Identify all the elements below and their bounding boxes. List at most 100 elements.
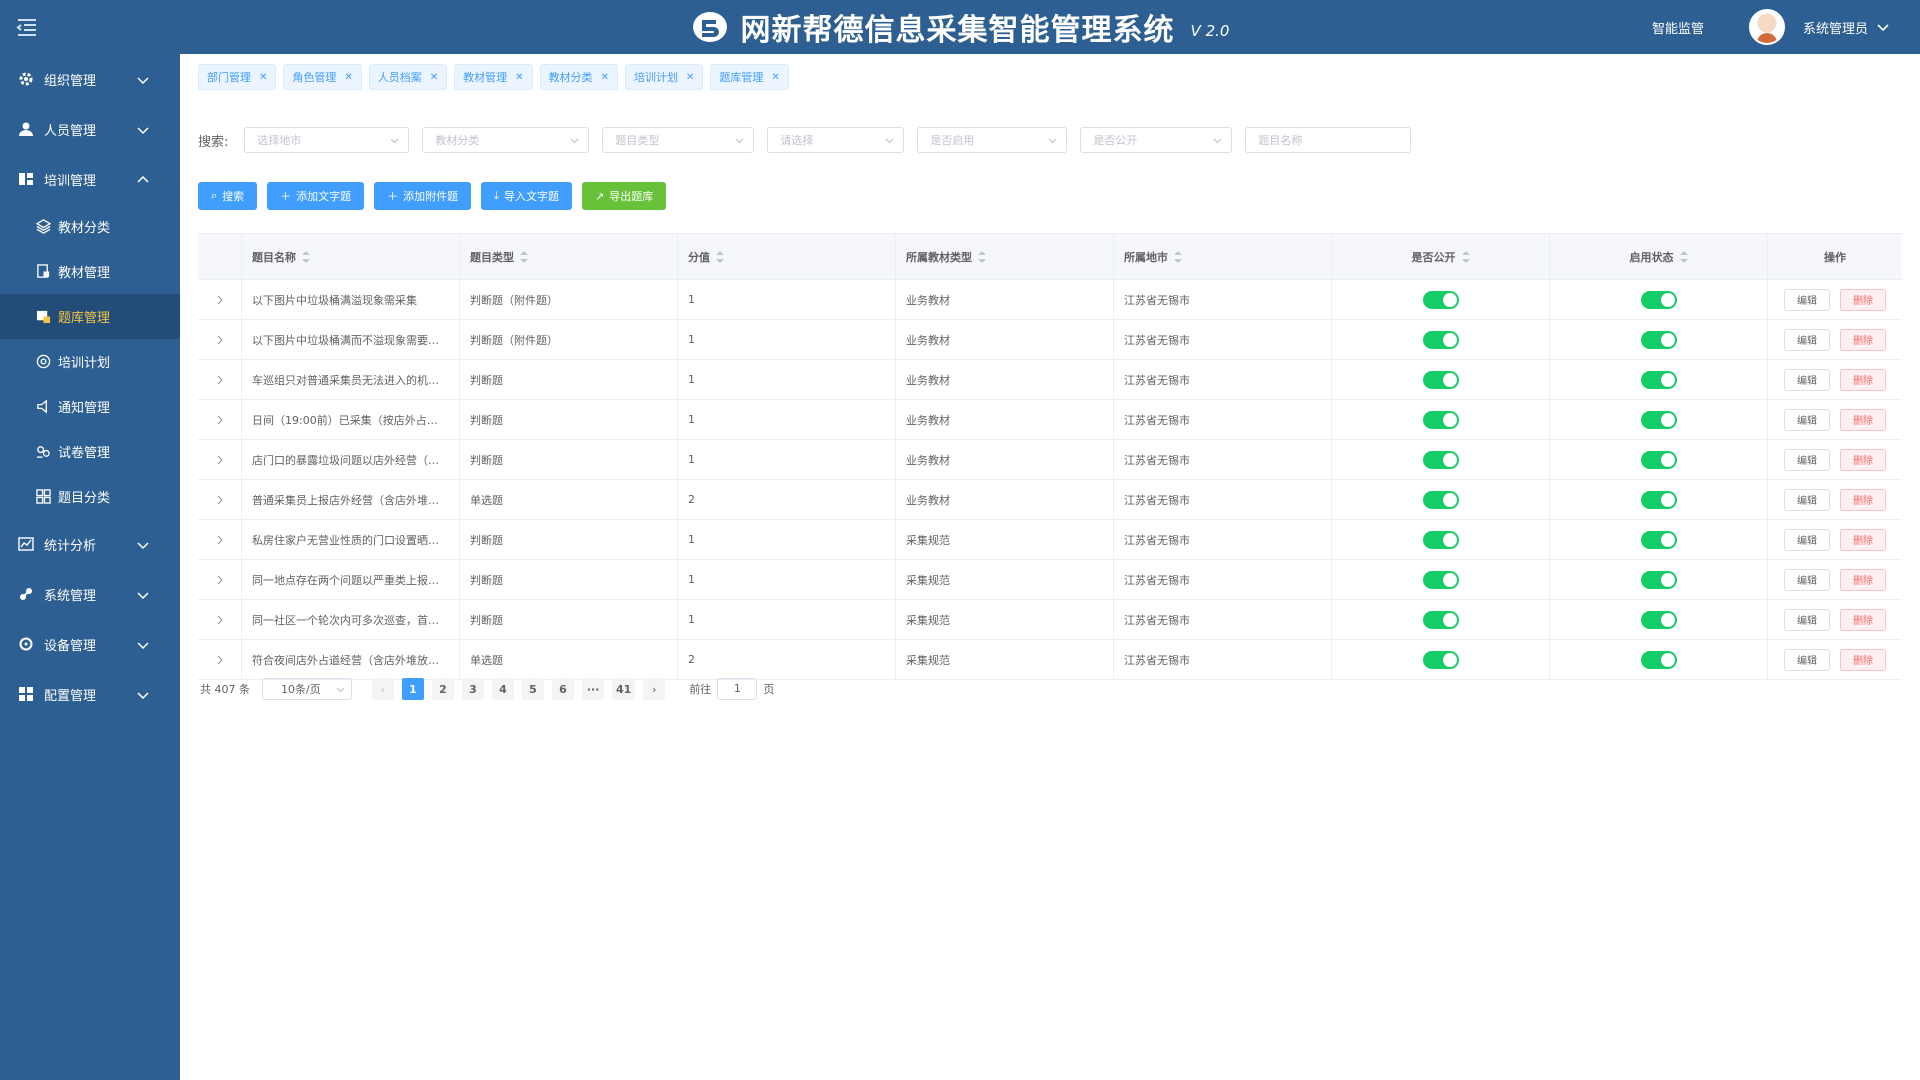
material-category-select[interactable]: 教材分类 [422,127,590,153]
delete-button[interactable]: 删除 [1840,328,1886,351]
sidebar-group-stats[interactable]: 统计分析 [0,519,180,569]
chevron-right-icon[interactable] [215,455,225,465]
close-icon[interactable]: ✕ [430,72,438,83]
close-icon[interactable]: ✕ [515,72,523,83]
public-toggle[interactable] [1422,330,1459,349]
page-button[interactable]: 4 [492,678,514,700]
tab-role[interactable]: 角色管理 ✕ [283,64,362,90]
sidebar-group-device[interactable]: 设备管理 [0,619,180,669]
import-text-question-button[interactable]: ⤓ 导入文字题 [481,182,573,210]
expand-cell[interactable] [198,520,242,559]
close-icon[interactable]: ✕ [771,72,779,83]
sort-icon[interactable] [716,250,724,263]
next-page-button[interactable]: › [643,678,666,700]
public-toggle[interactable] [1422,530,1459,549]
table-row[interactable]: 同一地点存在两个问题以严重类上报一... 判断题 1 采集规范 江苏省无锡市 编辑 删除 [198,560,1902,600]
tab-training-plan[interactable]: 培训计划 ✕ [624,64,704,90]
smart-monitor-link[interactable]: 智能监管 [1652,18,1704,37]
enabled-toggle[interactable] [1640,490,1677,509]
expand-cell[interactable] [198,600,242,639]
expand-cell[interactable] [198,560,242,599]
edit-button[interactable]: 编辑 [1784,648,1830,671]
public-toggle[interactable] [1422,490,1459,509]
expand-cell[interactable] [198,440,242,479]
menu-toggle-icon[interactable] [16,16,38,38]
table-row[interactable]: 同一社区一个轮次内可多次巡查，首次... 判断题 1 采集规范 江苏省无锡市 编辑 删除 [198,600,1902,640]
sort-icon[interactable] [302,250,310,263]
sidebar-group-config[interactable]: 配置管理 [0,669,180,719]
table-row[interactable]: 以下图片中垃圾桶满而不溢现象需要采集 判断题（附件题） 1 业务教材 江苏省无锡市 编辑删… [198,320,1902,360]
close-icon[interactable]: ✕ [259,72,267,83]
sort-icon[interactable] [1461,250,1470,263]
close-icon[interactable]: ✕ [344,72,352,83]
tab-question-bank[interactable]: 题库管理 ✕ [710,64,789,90]
user-name[interactable]: 系统管理员 [1803,18,1868,37]
table-row[interactable]: 以下图片中垃圾桶满溢现象需采集 判断题（附件题） 1 业务教材 江苏省无锡市 编辑 删除 [198,280,1902,320]
expand-cell[interactable] [198,360,242,399]
table-row[interactable]: 普通采集员上报店外经营（含店外堆放... 单选题 2 业务教材 江苏省无锡市 编辑 删除 [198,480,1902,520]
expand-cell[interactable] [198,400,242,439]
enabled-toggle[interactable] [1640,570,1677,589]
public-toggle[interactable] [1422,370,1459,389]
table-row[interactable]: 日间（19:00前）已采集（按店外占道... 判断题 1 业务教材 江苏省无锡市 编辑 删除 [198,400,1902,440]
add-attachment-question-button[interactable]: ＋ 添加附件题 [374,182,472,210]
expand-cell[interactable] [198,640,242,679]
public-toggle[interactable] [1422,450,1459,469]
table-row[interactable]: 店门口的暴露垃圾问题以店外经营（含... 判断题 1 业务教材 江苏省无锡市 编辑 删除 [198,440,1902,480]
column-header[interactable]: 题目名称 [242,234,460,279]
edit-button[interactable]: 编辑 [1784,608,1830,631]
table-row[interactable]: 符合夜间店外占道经营（含店外堆放）... 单选题 2 采集规范 江苏省无锡市 编辑 删除 [198,640,1902,680]
sidebar-item-notice[interactable]: 通知管理 [0,384,180,429]
add-text-question-button[interactable]: ＋ 添加文字题 [267,182,365,210]
delete-button[interactable]: 删除 [1840,408,1886,431]
chevron-down-icon[interactable] [1876,20,1890,34]
page-button[interactable]: 3 [462,678,484,700]
delete-button[interactable]: 删除 [1840,608,1886,631]
table-row[interactable]: 私房住家户无营业性质的门口设置晒衣... 判断题 1 采集规范 江苏省无锡市 编辑 删除 [198,520,1902,560]
chevron-right-icon[interactable] [215,495,225,505]
enabled-toggle[interactable] [1640,650,1677,669]
export-question-bank-button[interactable]: ↗ 导出题库 [582,182,667,210]
chevron-right-icon[interactable] [215,415,225,425]
page-size-select[interactable]: 10条/页 [262,678,352,700]
sidebar-group-people[interactable]: 人员管理 [0,104,180,154]
sidebar-group-org[interactable]: 组织管理 [0,54,180,104]
column-header[interactable]: 启用状态 [1550,234,1768,279]
delete-button[interactable]: 删除 [1840,568,1886,591]
question-name-input[interactable]: 题目名称 [1245,127,1412,153]
chevron-right-icon[interactable] [215,295,225,305]
public-select[interactable]: 是否公开 [1080,127,1233,153]
tab-department[interactable]: 部门管理 ✕ [198,64,277,90]
edit-button[interactable]: 编辑 [1784,408,1830,431]
sidebar-item-material-category[interactable]: 教材分类 [0,204,180,249]
sidebar-item-material-manage[interactable]: 教材管理 [0,249,180,294]
edit-button[interactable]: 编辑 [1784,328,1830,351]
tab-personnel[interactable]: 人员档案 ✕ [368,64,448,90]
close-icon[interactable]: ✕ [601,72,609,83]
page-button[interactable]: 5 [522,678,544,700]
public-toggle[interactable] [1422,290,1459,309]
enabled-toggle[interactable] [1640,330,1677,349]
delete-button[interactable]: 删除 [1840,528,1886,551]
edit-button[interactable]: 编辑 [1784,528,1830,551]
sort-icon[interactable] [1174,250,1182,263]
column-header[interactable]: 所属地市 [1114,234,1332,279]
public-toggle[interactable] [1422,650,1459,669]
edit-button[interactable]: 编辑 [1784,288,1830,311]
chevron-right-icon[interactable] [215,655,225,665]
edit-button[interactable]: 编辑 [1784,568,1830,591]
search-button[interactable]: ⌕ 搜索 [198,182,258,210]
expand-cell[interactable] [198,480,242,519]
public-toggle[interactable] [1422,570,1459,589]
page-button[interactable]: 6 [552,678,574,700]
user-avatar[interactable] [1748,9,1785,45]
close-icon[interactable]: ✕ [686,72,694,83]
generic-select[interactable]: 请选择 [767,127,905,153]
page-button[interactable]: 2 [432,678,454,700]
tab-material-category[interactable]: 教材分类 ✕ [539,64,618,90]
delete-button[interactable]: 删除 [1840,368,1886,391]
delete-button[interactable]: 删除 [1840,288,1886,311]
delete-button[interactable]: 删除 [1840,648,1886,671]
sidebar-item-exam-paper[interactable]: 试卷管理 [0,429,180,474]
public-toggle[interactable] [1422,410,1459,429]
